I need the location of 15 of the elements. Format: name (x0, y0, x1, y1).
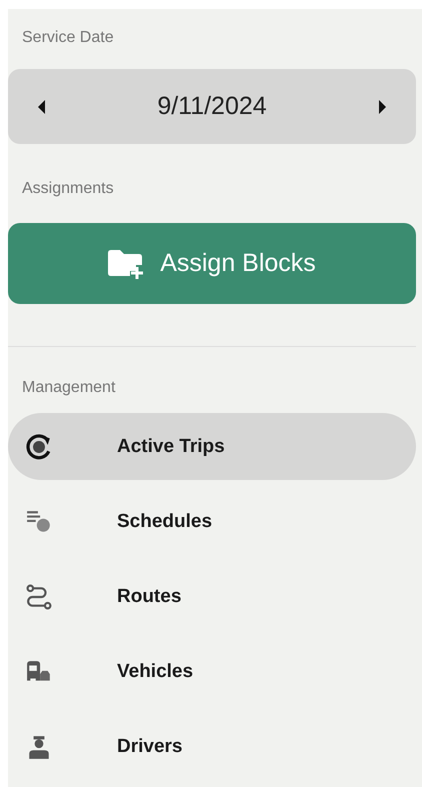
nav-item[interactable]: Drivers (8, 713, 416, 780)
assign-blocks-button[interactable]: Assign Blocks (8, 223, 416, 304)
nav-item[interactable]: Active Trips (8, 413, 416, 480)
nav-item[interactable]: Routes (8, 563, 416, 630)
date-value: 9/11/2024 (157, 92, 267, 121)
section-label: Assignments (22, 180, 115, 198)
nav-item[interactable]: Vehicles (8, 638, 416, 705)
nav-item[interactable]: Schedules (8, 488, 416, 555)
section-label: Service Date (22, 29, 115, 47)
clock-refresh-icon (26, 434, 52, 460)
route-icon (26, 584, 52, 610)
section-label: Management (22, 379, 116, 397)
previous-day-icon[interactable] (38, 100, 46, 114)
list-clock-icon (26, 508, 52, 534)
next-day-icon[interactable] (378, 100, 386, 114)
